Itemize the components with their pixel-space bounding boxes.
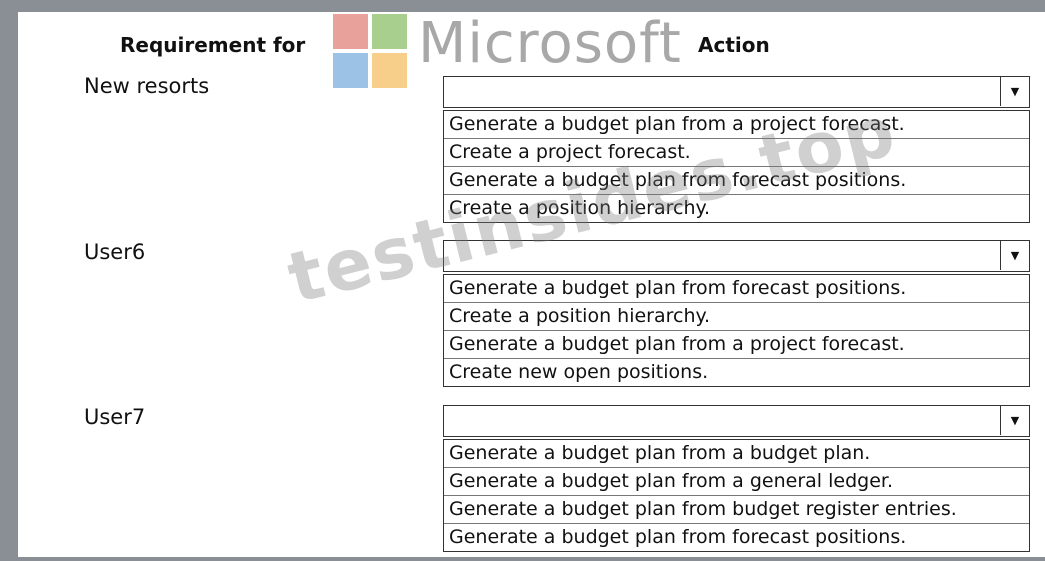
dropdown-option[interactable]: Generate a budget plan from a project fo… [444,330,1029,358]
requirement-label-new-resorts: New resorts [84,74,210,98]
logo-watermark-text: Microsoft [418,11,682,76]
requirement-label-user7: User7 [84,405,146,429]
dropdown-arrow-icon[interactable]: ▼ [1000,241,1029,270]
dropdown-option[interactable]: Create new open positions. [444,358,1029,386]
action-dropdown-new-resorts[interactable]: ▼ Generate a budget plan from a project … [443,76,1030,223]
dropdown-option[interactable]: Create a position hierarchy. [444,302,1029,330]
dropdown-option[interactable]: Create a position hierarchy. [444,194,1029,222]
action-dropdown-user6[interactable]: ▼ Generate a budget plan from forecast p… [443,240,1030,387]
requirement-label-user6: User6 [84,240,146,264]
dropdown-option[interactable]: Generate a budget plan from forecast pos… [444,166,1029,194]
dropdown-arrow-icon[interactable]: ▼ [1000,406,1029,435]
dropdown-select[interactable]: ▼ [443,76,1030,108]
dropdown-select[interactable]: ▼ [443,405,1030,437]
requirement-header: Requirement for [120,33,306,57]
dropdown-option-list: Generate a budget plan from a project fo… [443,110,1030,223]
dropdown-option[interactable]: Generate a budget plan from a budget pla… [444,439,1029,467]
dropdown-arrow-icon[interactable]: ▼ [1000,77,1029,106]
dropdown-option[interactable]: Generate a budget plan from a general le… [444,467,1029,495]
dropdown-option[interactable]: Generate a budget plan from a project fo… [444,110,1029,138]
dropdown-option[interactable]: Create a project forecast. [444,138,1029,166]
action-dropdown-user7[interactable]: ▼ Generate a budget plan from a budget p… [443,405,1030,552]
action-header: Action [698,33,770,57]
dropdown-select[interactable]: ▼ [443,240,1030,272]
dropdown-option-list: Generate a budget plan from a budget pla… [443,439,1030,552]
dropdown-option[interactable]: Generate a budget plan from budget regis… [444,495,1029,523]
dropdown-option-list: Generate a budget plan from forecast pos… [443,274,1030,387]
dropdown-option[interactable]: Generate a budget plan from forecast pos… [444,274,1029,302]
dropdown-option[interactable]: Generate a budget plan from forecast pos… [444,523,1029,551]
